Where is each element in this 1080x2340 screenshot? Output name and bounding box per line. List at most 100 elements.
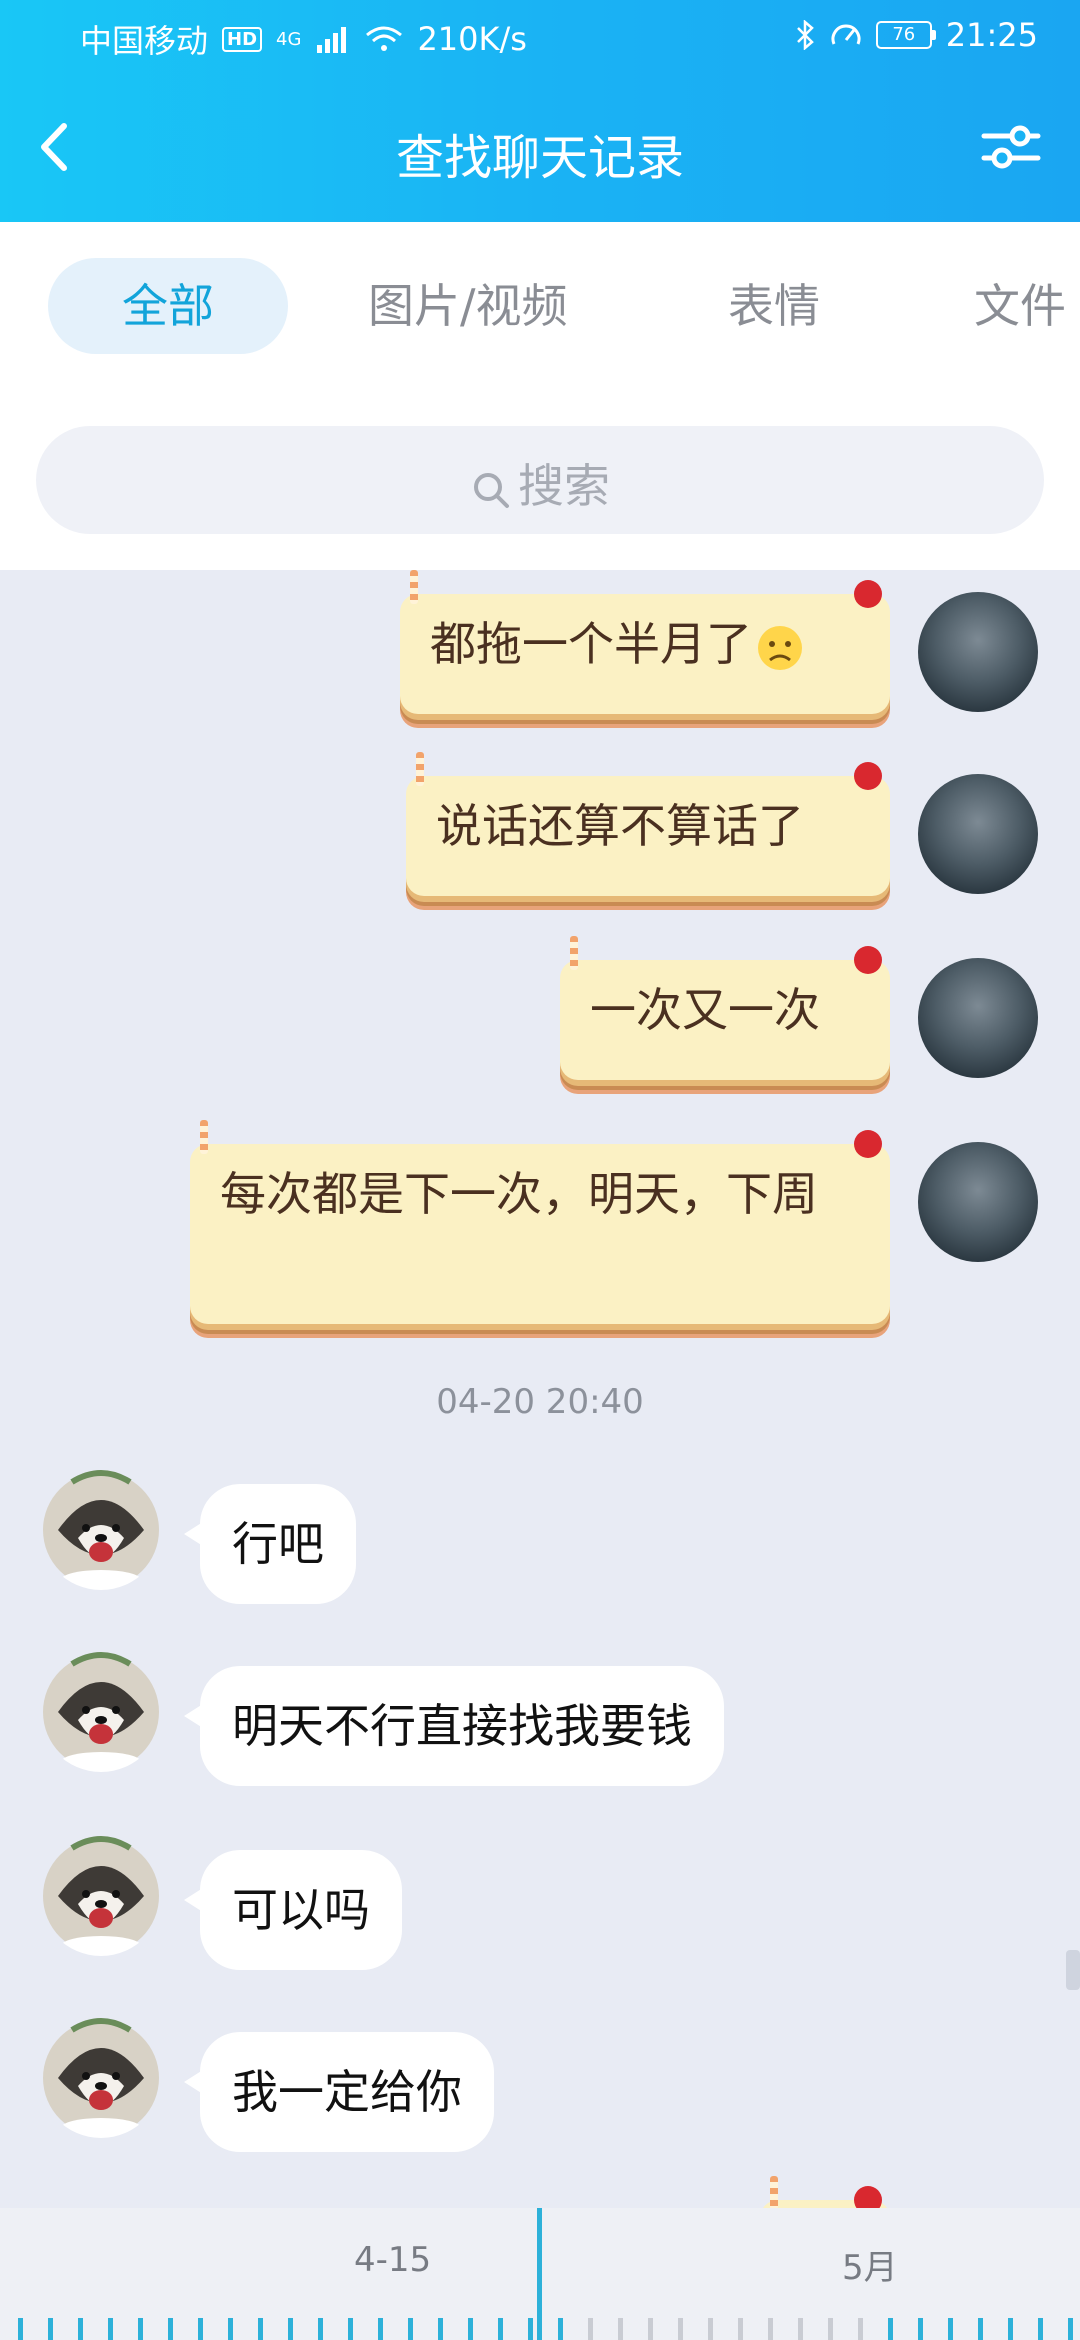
timeline-tick	[828, 2318, 833, 2340]
tab-images-videos[interactable]: 图片/视频	[368, 258, 568, 354]
dog-avatar[interactable]	[38, 1826, 164, 1956]
cherry-decoration	[854, 2186, 882, 2208]
search-icon	[474, 472, 509, 508]
timeline-tick	[858, 2318, 863, 2340]
hd-badge: HD	[222, 26, 263, 52]
timeline-tick	[318, 2318, 323, 2340]
candle-decoration	[410, 570, 418, 604]
message-text: 可以吗	[232, 1883, 370, 1937]
search-placeholder: 搜索	[518, 459, 610, 513]
timeline-tick	[408, 2318, 413, 2340]
timeline-tick	[198, 2318, 203, 2340]
dog-avatar[interactable]	[38, 1460, 164, 1590]
wifi-icon	[366, 26, 403, 51]
carrier-label: 中国移动	[80, 22, 209, 60]
scrollbar-thumb[interactable]	[1066, 1950, 1080, 1990]
network-speed: 210K/s	[417, 20, 527, 58]
timeline-tick	[78, 2318, 83, 2340]
received-message[interactable]: 我一定给你	[184, 2032, 494, 2152]
contact-avatar[interactable]	[918, 1142, 1038, 1262]
timeline-tick	[588, 2318, 593, 2340]
timeline-tick	[648, 2318, 653, 2340]
timeline-ticks	[0, 2318, 1080, 2340]
timeline-tick	[768, 2318, 773, 2340]
received-message[interactable]: 可以吗	[184, 1850, 402, 1970]
header-bar: 中国移动 HD 4G 210K/s 76 21:25 查找聊天记录	[0, 0, 1080, 222]
timeline-tick	[348, 2318, 353, 2340]
timeline-tick	[1068, 2318, 1073, 2340]
cherry-decoration	[854, 1130, 882, 1158]
received-message[interactable]: 明天不行直接找我要钱	[184, 1666, 724, 1786]
timeline-tick	[678, 2318, 683, 2340]
message-text: 每次都是下一次，明天，下周	[220, 1167, 818, 1221]
timeline-tick	[618, 2318, 623, 2340]
chat-history[interactable]: 都拖一个半月了 说话还算不算话了 一次又一次 每次都是下一次，明天，下周 04-…	[0, 570, 1080, 2208]
timeline-tick	[378, 2318, 383, 2340]
timeline-tick	[288, 2318, 293, 2340]
sent-message[interactable]: 都拖一个半月了	[400, 570, 890, 714]
status-right: 76 21:25	[794, 16, 1038, 54]
sent-message[interactable]: 一次又一次	[560, 936, 890, 1080]
timeline-tick	[1038, 2318, 1043, 2340]
timeline-tick	[48, 2318, 53, 2340]
timeline-label: 4-15	[354, 2240, 432, 2280]
candle-decoration	[770, 2176, 778, 2208]
title-bar: 查找聊天记录	[0, 100, 1080, 200]
message-text: 行吧	[232, 1517, 324, 1571]
timeline-tick	[978, 2318, 983, 2340]
clock: 21:25	[945, 16, 1038, 54]
timeline-tick	[498, 2318, 503, 2340]
sent-message[interactable]: 每次都是下一次，明天，下周	[190, 1120, 890, 1324]
category-tabs: 全部 图片/视频 表情 文件	[0, 258, 1080, 358]
timeline-tick	[1008, 2318, 1013, 2340]
candle-decoration	[570, 936, 578, 970]
message-text: 都拖一个半月了	[430, 616, 862, 672]
filter-button[interactable]	[976, 112, 1046, 182]
timeline-tick	[888, 2318, 893, 2340]
timeline-tick	[18, 2318, 23, 2340]
candle-decoration	[416, 752, 424, 786]
battery-icon: 76	[875, 21, 936, 49]
timeline-tick	[228, 2318, 233, 2340]
tab-all[interactable]: 全部	[48, 258, 288, 354]
timeline-tick	[558, 2318, 563, 2340]
message-text: 我一定给你	[232, 2065, 462, 2119]
dog-avatar[interactable]	[38, 1642, 164, 1772]
timeline-tick	[708, 2318, 713, 2340]
sliders-icon	[981, 125, 1041, 169]
sent-message[interactable]: 说话还算不算话了	[406, 752, 890, 896]
timeline-tick	[918, 2318, 923, 2340]
message-text: 说话还算不算话了	[436, 799, 804, 853]
search-placeholder-row: 搜索	[36, 450, 1044, 516]
cherry-decoration	[854, 946, 882, 974]
received-message[interactable]: 行吧	[184, 1484, 356, 1604]
date-timeline[interactable]: 4-15 5月	[0, 2208, 1080, 2340]
timeline-tick	[438, 2318, 443, 2340]
cherry-decoration	[854, 580, 882, 608]
timeline-label: 5月	[842, 2248, 898, 2288]
filter-panel: 全部 图片/视频 表情 文件 搜索	[0, 222, 1080, 570]
timeline-tick	[138, 2318, 143, 2340]
contact-avatar[interactable]	[918, 592, 1038, 712]
timeline-tick	[798, 2318, 803, 2340]
search-input[interactable]: 搜索	[36, 426, 1044, 534]
page-title: 查找聊天记录	[395, 130, 684, 186]
sad-emoji-icon	[758, 625, 802, 670]
speedometer-icon	[831, 24, 861, 45]
signal-icon	[317, 27, 347, 53]
tab-stickers[interactable]: 表情	[728, 258, 820, 354]
cherry-decoration	[854, 762, 882, 790]
sent-message-partial[interactable]	[760, 2176, 890, 2208]
contact-avatar[interactable]	[918, 958, 1038, 1078]
timeline-tick	[108, 2318, 113, 2340]
status-bar: 中国移动 HD 4G 210K/s 76 21:25	[0, 0, 1080, 74]
timeline-tick	[948, 2318, 953, 2340]
candle-decoration	[200, 1120, 208, 1154]
timeline-tick	[168, 2318, 173, 2340]
contact-avatar[interactable]	[918, 774, 1038, 894]
timeline-tick	[738, 2318, 743, 2340]
tab-files[interactable]: 文件	[974, 258, 1066, 354]
message-text: 一次又一次	[590, 983, 820, 1037]
timeline-tick	[258, 2318, 263, 2340]
dog-avatar[interactable]	[38, 2008, 164, 2138]
